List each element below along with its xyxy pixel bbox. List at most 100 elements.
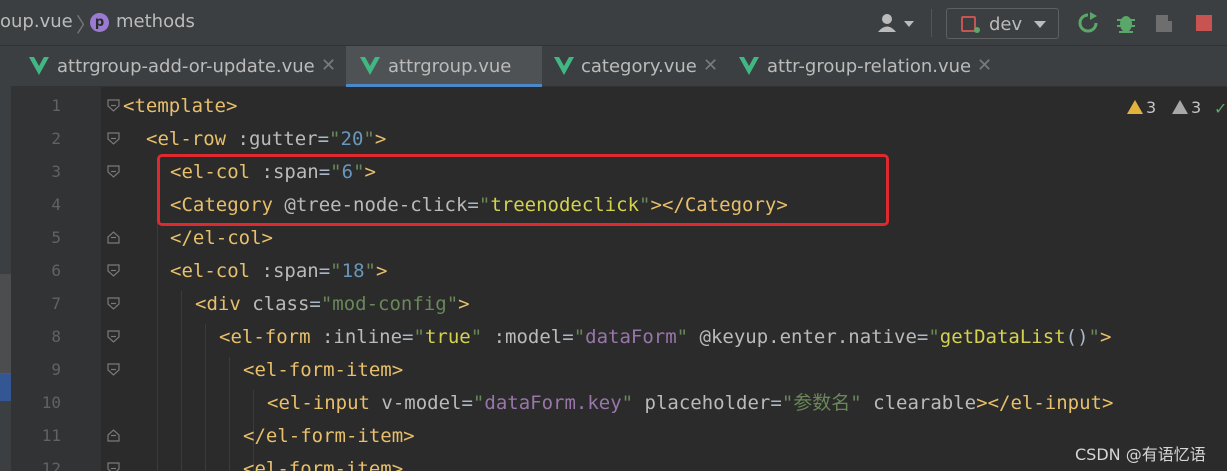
coverage-icon[interactable] bbox=[1153, 12, 1175, 34]
user-icon[interactable] bbox=[878, 13, 920, 33]
fold-icon[interactable] bbox=[107, 132, 120, 145]
line-number: 4 bbox=[51, 195, 61, 214]
code-token: @keyup.enter.native bbox=[699, 326, 917, 348]
code-token: <el-col bbox=[170, 260, 262, 282]
code-token: " bbox=[676, 326, 700, 348]
breadcrumb-file[interactable]: oup.vue bbox=[0, 11, 73, 32]
code-token: " bbox=[573, 326, 586, 348]
fold-icon[interactable] bbox=[107, 99, 120, 112]
code-token: = bbox=[916, 326, 929, 348]
code-token: <el-input bbox=[267, 392, 382, 414]
code-token: ></el-input> bbox=[976, 392, 1114, 414]
code-token: = bbox=[402, 326, 414, 348]
code-token: <el-row bbox=[146, 128, 238, 150]
fold-icon[interactable] bbox=[107, 429, 120, 442]
code-line[interactable]: <el-input v-model="dataForm.key" placeho… bbox=[267, 391, 1113, 415]
code-token: " bbox=[928, 326, 940, 348]
highlight-annotation bbox=[157, 154, 889, 226]
code-token: :inline bbox=[321, 326, 403, 348]
fold-icon[interactable] bbox=[107, 297, 120, 310]
code-token: :span bbox=[261, 260, 319, 282]
line-number: 3 bbox=[51, 162, 61, 181]
code-token: () bbox=[1065, 326, 1089, 348]
line-number: 6 bbox=[51, 261, 61, 280]
code-line[interactable]: <template> bbox=[123, 94, 237, 118]
code-token: > bbox=[375, 260, 388, 282]
close-icon[interactable]: ✕ bbox=[703, 55, 718, 76]
code-token: > bbox=[458, 293, 470, 315]
code-token: > bbox=[1099, 326, 1112, 348]
code-token: 20 bbox=[340, 128, 364, 150]
code-line[interactable]: </el-col> bbox=[170, 226, 273, 250]
code-token: = bbox=[562, 326, 574, 348]
selection-marker bbox=[0, 373, 11, 401]
vue-icon bbox=[29, 57, 49, 75]
weak-warnings-count: 3 bbox=[1191, 98, 1202, 117]
warning-icon bbox=[1172, 100, 1188, 114]
code-token: clearable bbox=[873, 392, 977, 414]
line-number: 5 bbox=[51, 228, 61, 247]
warnings-count: 3 bbox=[1146, 98, 1157, 117]
code-token: " bbox=[364, 260, 376, 282]
breadcrumb-method[interactable]: methods bbox=[116, 11, 195, 32]
warnings-counter[interactable]: 3 bbox=[1127, 98, 1156, 117]
fold-icon[interactable] bbox=[107, 330, 120, 343]
code-line[interactable]: <div class="mod-config"> bbox=[195, 292, 470, 316]
debug-icon[interactable] bbox=[1115, 12, 1137, 34]
code-token: > bbox=[374, 128, 387, 150]
code-token: placeholder bbox=[644, 392, 771, 414]
code-token: " bbox=[1088, 326, 1100, 348]
vue-icon bbox=[554, 57, 574, 75]
code-token: v-model bbox=[381, 392, 462, 414]
run-config-select[interactable]: dev bbox=[946, 8, 1059, 39]
code-token: = bbox=[318, 260, 331, 282]
watermark: CSDN @有语忆语 bbox=[1075, 445, 1206, 464]
fold-icon[interactable] bbox=[107, 462, 120, 471]
line-number: 7 bbox=[51, 294, 61, 313]
rerun-icon[interactable] bbox=[1077, 12, 1099, 34]
close-icon[interactable]: ✕ bbox=[977, 55, 992, 76]
fold-icon[interactable] bbox=[107, 231, 120, 244]
code-token: = bbox=[309, 293, 321, 315]
code-token: dataForm bbox=[585, 326, 677, 348]
check-icon[interactable]: ✓ bbox=[1214, 99, 1227, 118]
code-token: 18 bbox=[341, 260, 365, 282]
close-icon[interactable]: ✕ bbox=[321, 55, 336, 76]
code-line[interactable]: <el-row :gutter="20"> bbox=[146, 127, 386, 151]
tab-attr-group-relation[interactable]: attr-group-relation.vue ✕ bbox=[729, 46, 999, 87]
line-number: 2 bbox=[51, 129, 61, 148]
code-line[interactable]: <el-form-item> bbox=[243, 457, 403, 471]
tab-attrgroup[interactable]: attrgroup.vue bbox=[346, 46, 542, 87]
code-line[interactable]: <el-form-item> bbox=[243, 358, 403, 382]
method-badge: p bbox=[90, 13, 109, 32]
indent-guide bbox=[205, 324, 206, 471]
fold-icon[interactable] bbox=[107, 363, 120, 376]
code-token: " bbox=[470, 326, 494, 348]
tab-category[interactable]: category.vue ✕ bbox=[544, 46, 729, 87]
code-line[interactable]: <el-form :inline="true" :model="dataForm… bbox=[219, 325, 1111, 349]
fold-icon[interactable] bbox=[107, 264, 120, 277]
indent-guide bbox=[229, 357, 230, 471]
code-line[interactable]: <el-col :span="18"> bbox=[170, 259, 387, 283]
code-token: "mod-config" bbox=[320, 293, 459, 315]
code-token: <el-form-item> bbox=[243, 359, 404, 381]
code-line[interactable]: </el-form-item> bbox=[243, 424, 415, 448]
chevron-down-icon bbox=[1034, 21, 1046, 28]
warning-icon bbox=[1127, 100, 1143, 114]
fold-icon[interactable] bbox=[107, 165, 120, 178]
navigation-bar: oup.vue 〉 p methods dev bbox=[0, 0, 1227, 46]
run-config-label: dev bbox=[989, 14, 1023, 35]
code-editor[interactable]: 1 <template> 2 <el-row :gutter="20"> 3 <el-co… bbox=[11, 87, 1227, 471]
code-token: <el-form-item> bbox=[243, 458, 404, 471]
code-token: <el-form bbox=[219, 326, 322, 348]
code-token: true bbox=[424, 326, 471, 348]
toolbar-divider bbox=[931, 9, 932, 37]
line-number: 12 bbox=[41, 459, 61, 471]
stop-icon[interactable] bbox=[1193, 12, 1215, 34]
tab-attrgroup-add-or-update[interactable]: attrgroup-add-or-update.vue ✕ bbox=[11, 46, 345, 87]
code-token: <template> bbox=[123, 95, 238, 117]
line-number: 9 bbox=[51, 360, 61, 379]
weak-warnings-counter[interactable]: 3 bbox=[1172, 98, 1201, 117]
code-token: "参数名" bbox=[781, 392, 874, 414]
code-token: " bbox=[329, 128, 341, 150]
